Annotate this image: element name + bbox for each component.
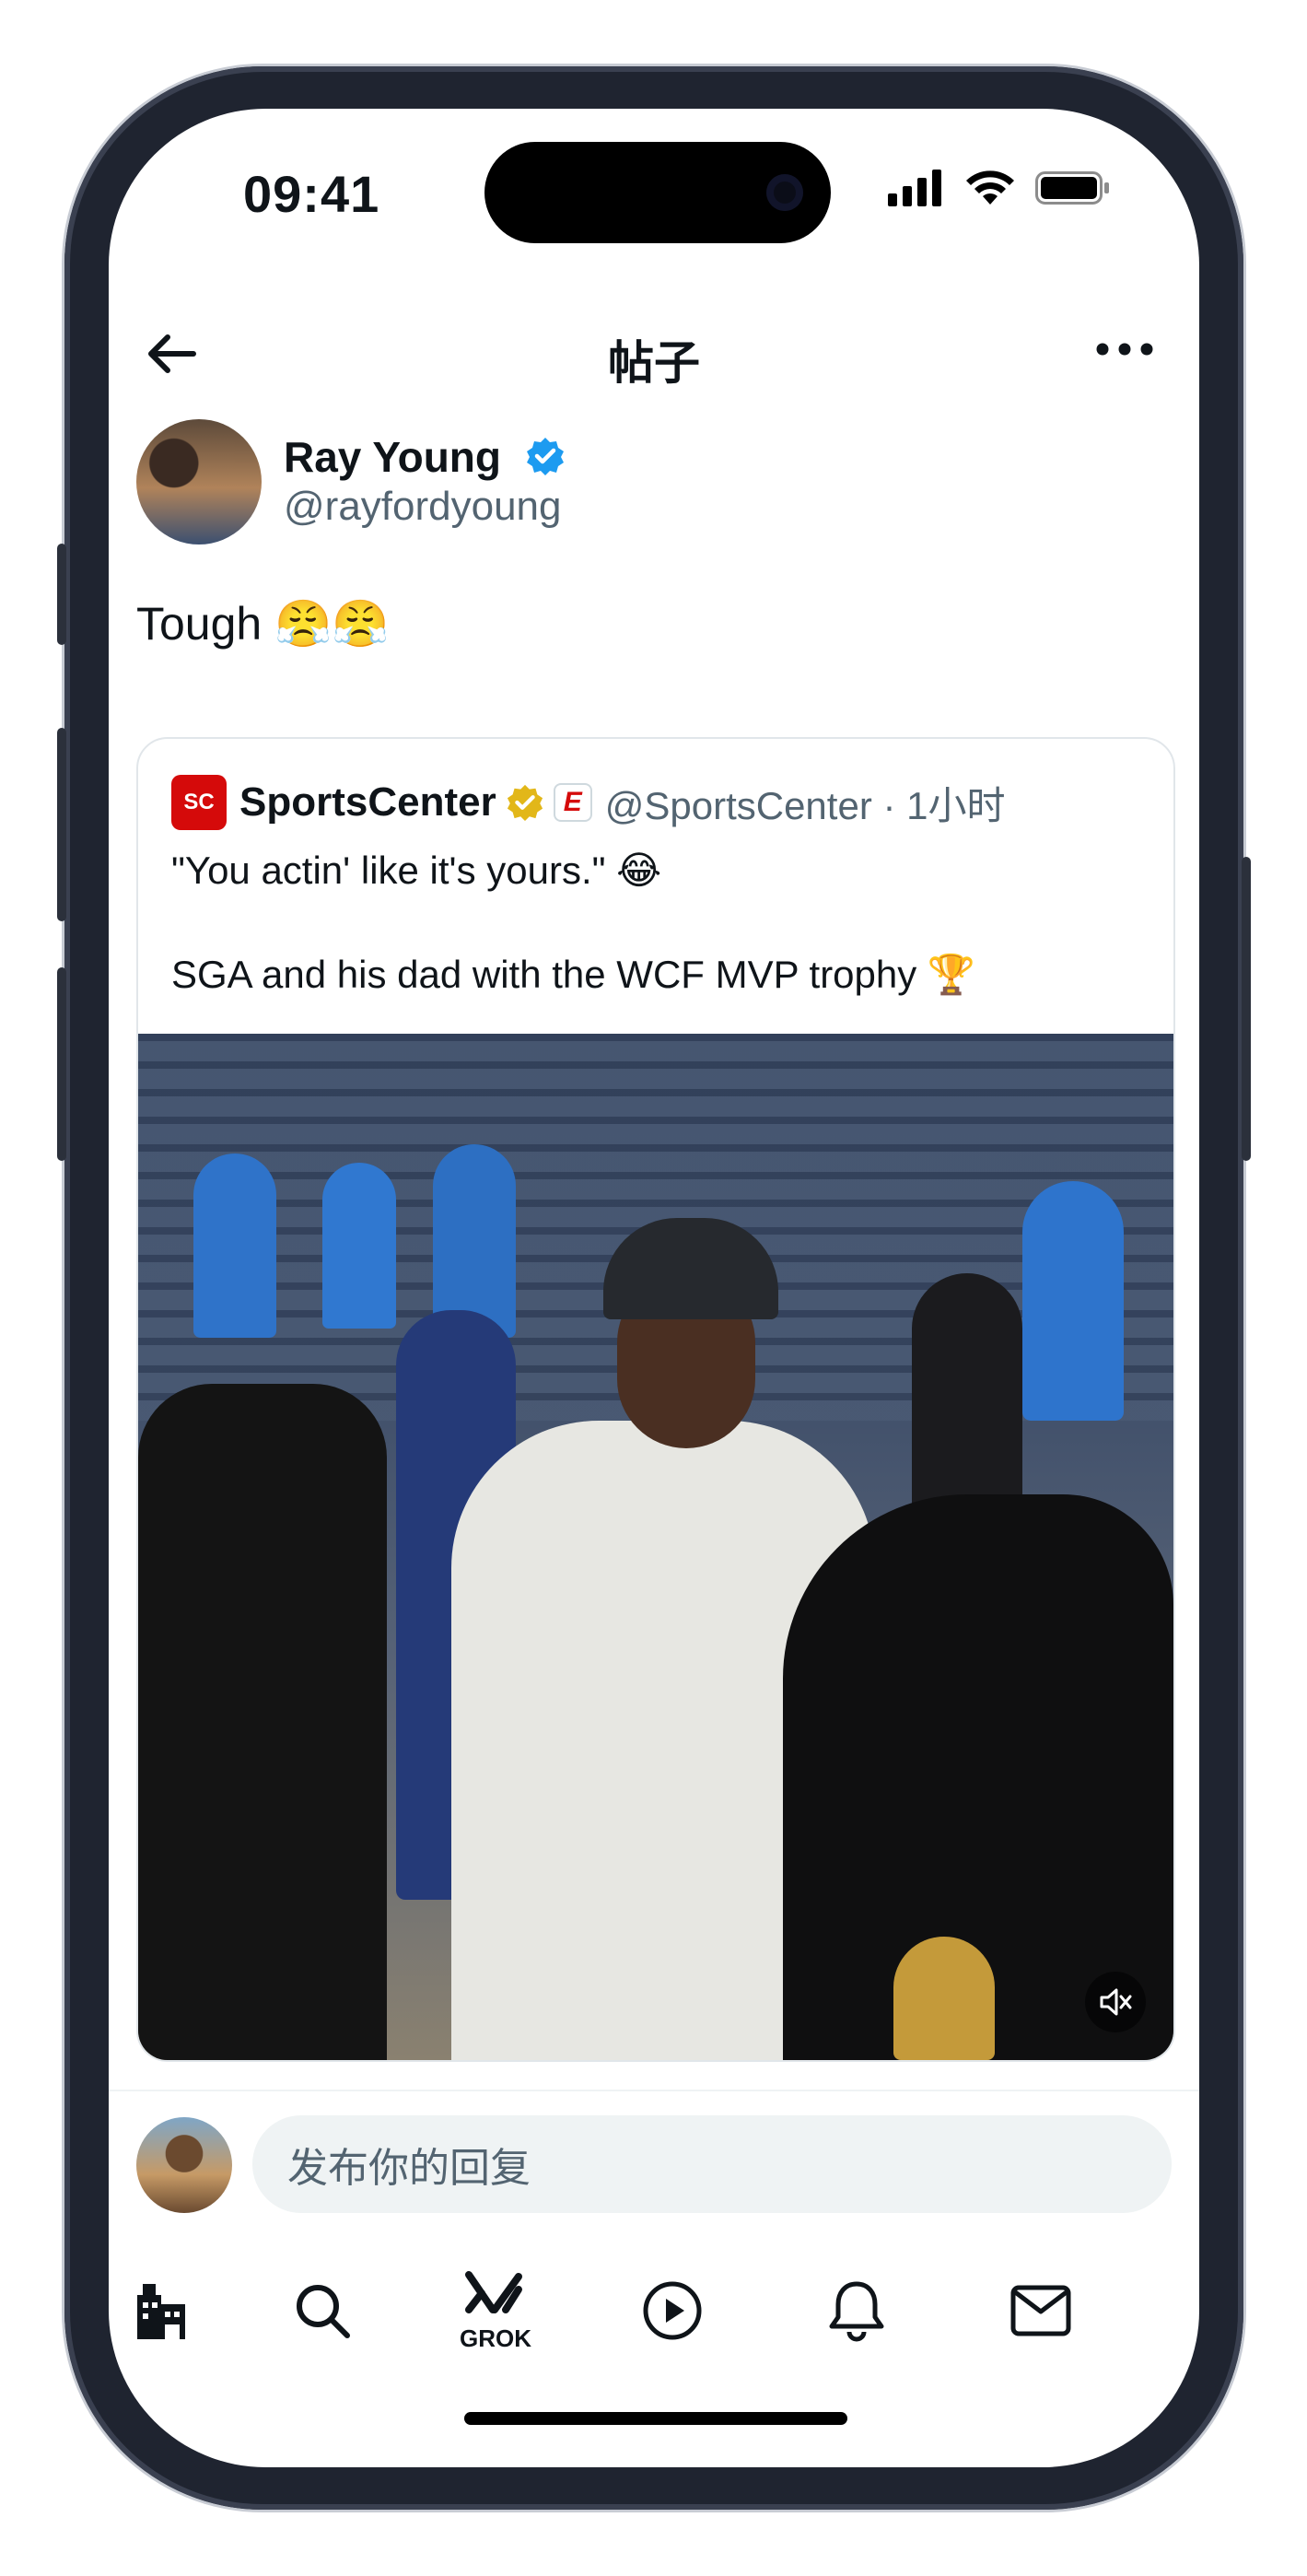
sportscenter-avatar[interactable]: SC	[171, 775, 227, 830]
verified-badge-icon	[527, 438, 564, 475]
tab-messages[interactable]	[986, 2255, 1096, 2366]
author-handle[interactable]: @rayfordyoung	[284, 484, 562, 530]
signal-icon	[888, 170, 941, 206]
verified-gold-badge-icon	[507, 784, 543, 822]
trophy	[893, 1937, 995, 2060]
crowd-figure	[1022, 1181, 1124, 1421]
grok-label: GROK	[460, 2324, 531, 2352]
more-icon[interactable]	[1094, 335, 1155, 363]
crowd-figure	[322, 1163, 396, 1329]
tab-search[interactable]	[267, 2255, 378, 2366]
user-avatar[interactable]	[136, 2117, 232, 2213]
post-author[interactable]: Ray Young @rayfordyoung	[136, 419, 1168, 548]
author-avatar[interactable]	[136, 419, 262, 544]
battery-icon	[1035, 171, 1109, 205]
mail-icon	[1010, 2285, 1071, 2336]
phone-power-button	[1242, 857, 1251, 1161]
camera	[766, 174, 803, 211]
crowd-figure	[912, 1273, 1022, 1513]
status-icons	[888, 170, 1111, 206]
post-text: Tough 😤😤	[136, 597, 390, 651]
phone-volume-up	[57, 728, 66, 921]
grok-icon	[465, 2270, 522, 2313]
author-name[interactable]: Ray Young	[284, 432, 501, 482]
crowd-figure	[193, 1153, 276, 1338]
quoted-handle-time: @SportsCenter · 1小时	[604, 783, 1006, 827]
search-icon	[297, 2285, 350, 2338]
quoted-post-header: SC SportsCenter E @SportsCenter · 1小时	[171, 774, 1006, 831]
espn-affiliate-badge[interactable]: E	[553, 783, 592, 822]
phone-volume-down	[57, 967, 66, 1161]
quoted-post[interactable]: SC SportsCenter E @SportsCenter · 1小时 "Y…	[136, 737, 1175, 2062]
page-title: 帖子	[608, 336, 700, 390]
phone-side-button	[57, 544, 66, 645]
wifi-icon	[966, 170, 1014, 205]
tab-home[interactable]	[109, 2255, 219, 2366]
status-time: 09:41	[243, 165, 380, 223]
home-icon	[137, 2284, 185, 2339]
play-circle-icon	[643, 2281, 702, 2340]
dynamic-island	[484, 142, 831, 243]
tab-grok[interactable]: GROK	[440, 2255, 551, 2366]
crowd-figure	[433, 1144, 516, 1338]
reply-bar: 发布你的回复	[136, 2115, 1172, 2213]
bottom-tab-bar: GROK	[109, 2255, 1199, 2394]
post-text-body: Tough	[136, 598, 263, 650]
quoted-text-line1: "You actin' like it's yours." 😂	[171, 849, 662, 892]
man-left-black-jacket	[138, 1384, 387, 2060]
tab-video[interactable]	[617, 2255, 728, 2366]
muted-speaker-glyph	[1100, 1988, 1132, 2016]
divider	[109, 2090, 1199, 2091]
reply-input[interactable]: 发布你的回复	[252, 2115, 1172, 2213]
quoted-text-line2: SGA and his dad with the WCF MVP trophy …	[171, 953, 976, 996]
bell-icon	[829, 2281, 884, 2342]
video-player[interactable]	[138, 1034, 1173, 2060]
home-indicator[interactable]	[464, 2412, 847, 2425]
screen: 09:41 帖子 Ray Young @rayfordyoung Tough 😤…	[109, 109, 1199, 2467]
post-emoji: 😤😤	[274, 597, 390, 650]
quoted-author-name[interactable]: SportsCenter	[239, 779, 496, 825]
tab-notifications[interactable]	[801, 2255, 912, 2366]
muted-speaker-icon[interactable]	[1085, 1972, 1146, 2032]
top-nav: 帖子	[109, 293, 1199, 413]
